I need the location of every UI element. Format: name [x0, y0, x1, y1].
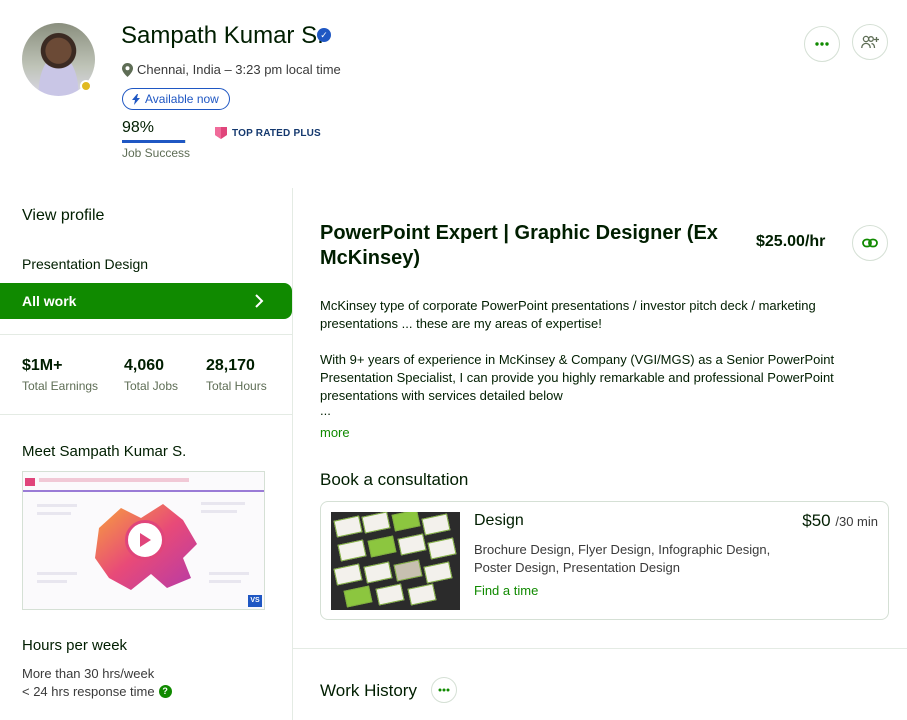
specialty-presentation-design[interactable]: Presentation Design: [22, 256, 148, 272]
all-work-button[interactable]: All work: [0, 283, 292, 319]
thumbnail-slide: [375, 583, 405, 606]
freelancer-name: Sampath Kumar S.: [121, 22, 324, 49]
top-rated-text: TOP RATED PLUS: [232, 127, 321, 139]
video-text-line: [209, 572, 249, 575]
divider: [0, 414, 292, 415]
location: Chennai, India – 3:23 pm local time: [122, 62, 341, 77]
job-success-label: Job Success: [122, 146, 191, 160]
hours-per-week-heading: Hours per week: [22, 637, 128, 654]
copy-link-button[interactable]: [852, 225, 888, 261]
video-title-line: [39, 478, 189, 482]
thumbnail-slide: [397, 533, 427, 556]
top-rated-icon: [215, 127, 227, 139]
column-divider: [292, 188, 293, 720]
ellipsis-icon: [815, 42, 829, 46]
stat-value: $1M+: [22, 357, 63, 374]
job-success-percent: 98%: [122, 119, 155, 136]
thumbnail-slide: [343, 585, 373, 608]
play-button[interactable]: [125, 520, 165, 560]
consultation-tags: Brochure Design, Flyer Design, Infograph…: [474, 542, 771, 575]
thumbnail-slide: [337, 539, 367, 562]
thumbnail-slide: [421, 513, 451, 536]
consultation-title: Design: [474, 512, 524, 529]
invite-to-team-button[interactable]: [852, 24, 888, 60]
job-success-bar: [122, 140, 186, 143]
thumbnail-slide: [333, 515, 363, 538]
location-text: Chennai, India – 3:23 pm local time: [137, 62, 341, 77]
thumbnail-slide: [391, 512, 421, 532]
description-ellipsis: ...: [320, 403, 331, 418]
video-text-line: [201, 502, 245, 505]
thumbnail-slide: [361, 512, 391, 534]
thumbnail-slide: [423, 561, 453, 584]
video-tag-mark: [25, 478, 35, 486]
thumbnail-slide: [427, 537, 457, 560]
location-pin-icon: [122, 62, 133, 77]
stat-label: Total Earnings: [22, 379, 99, 393]
thumbnail-slide: [407, 583, 437, 606]
more-link[interactable]: more: [320, 425, 350, 440]
video-header-bar: [23, 472, 264, 492]
book-consultation-heading: Book a consultation: [320, 470, 469, 489]
video-text-line: [37, 512, 71, 515]
consultation-thumbnail: [331, 512, 460, 610]
video-text-line: [37, 504, 77, 507]
hourly-rate: $25.00/hr: [756, 233, 826, 250]
video-text-line: [209, 580, 241, 583]
thumbnail-slide: [363, 561, 393, 584]
work-history-options-button[interactable]: [431, 677, 457, 703]
stat-label: Total Jobs: [124, 379, 179, 393]
find-a-time-link[interactable]: Find a time: [474, 583, 538, 598]
video-text-line: [37, 580, 67, 583]
ellipsis-icon: [438, 688, 450, 692]
response-time-text: < 24 hrs response time: [22, 684, 155, 699]
consultation-card[interactable]: Design $50 /30 min Brochure Design, Flye…: [320, 501, 889, 620]
verified-icon: ✓: [317, 28, 331, 42]
thumbnail-slide: [393, 559, 423, 582]
top-rated-badge: TOP RATED PLUS: [214, 126, 321, 140]
consultation-price: $50 /30 min: [802, 511, 878, 531]
job-success-fill: [122, 140, 185, 143]
link-icon: [862, 238, 878, 248]
profile-title: PowerPoint Expert | Graphic Designer (Ex…: [320, 222, 718, 269]
consultation-price-value: $50: [802, 511, 831, 530]
divider: [292, 648, 907, 649]
video-logo: VS: [248, 595, 262, 607]
thumbnail-slide: [333, 563, 363, 586]
thumbnail-slide: [367, 535, 397, 558]
stat-total-earnings: $1M+ Total Earnings: [22, 357, 98, 393]
more-options-button[interactable]: [804, 26, 840, 62]
stat-total-hours: 28,170 Total Hours: [206, 357, 267, 393]
description-paragraph: McKinsey type of corporate PowerPoint pr…: [320, 298, 816, 331]
stat-value: 28,170: [206, 357, 255, 374]
online-status-dot: [80, 80, 92, 92]
video-text-line: [201, 510, 237, 513]
availability-badge[interactable]: Available now: [122, 88, 230, 110]
chevron-right-icon: [255, 294, 264, 308]
divider: [0, 334, 292, 335]
hours-per-week-value: More than 30 hrs/week: [22, 666, 155, 681]
stat-total-jobs: 4,060 Total Jobs: [124, 357, 178, 393]
response-time: < 24 hrs response time ?: [22, 684, 172, 699]
lightning-icon: [132, 93, 140, 105]
work-history-heading: Work History: [320, 681, 417, 700]
view-profile-heading: View profile: [22, 207, 105, 224]
add-user-icon: [861, 35, 879, 49]
video-text-line: [37, 572, 77, 575]
stat-value: 4,060: [124, 357, 165, 374]
availability-text: Available now: [145, 92, 219, 106]
stat-label: Total Hours: [206, 379, 267, 393]
help-icon[interactable]: ?: [158, 685, 172, 698]
meet-heading: Meet Sampath Kumar S.: [22, 443, 187, 460]
all-work-label: All work: [22, 293, 77, 309]
description-paragraph: With 9+ years of experience in McKinsey …: [320, 352, 835, 403]
consultation-duration: /30 min: [835, 514, 878, 529]
play-icon: [140, 533, 151, 547]
intro-video[interactable]: VS: [22, 471, 265, 610]
